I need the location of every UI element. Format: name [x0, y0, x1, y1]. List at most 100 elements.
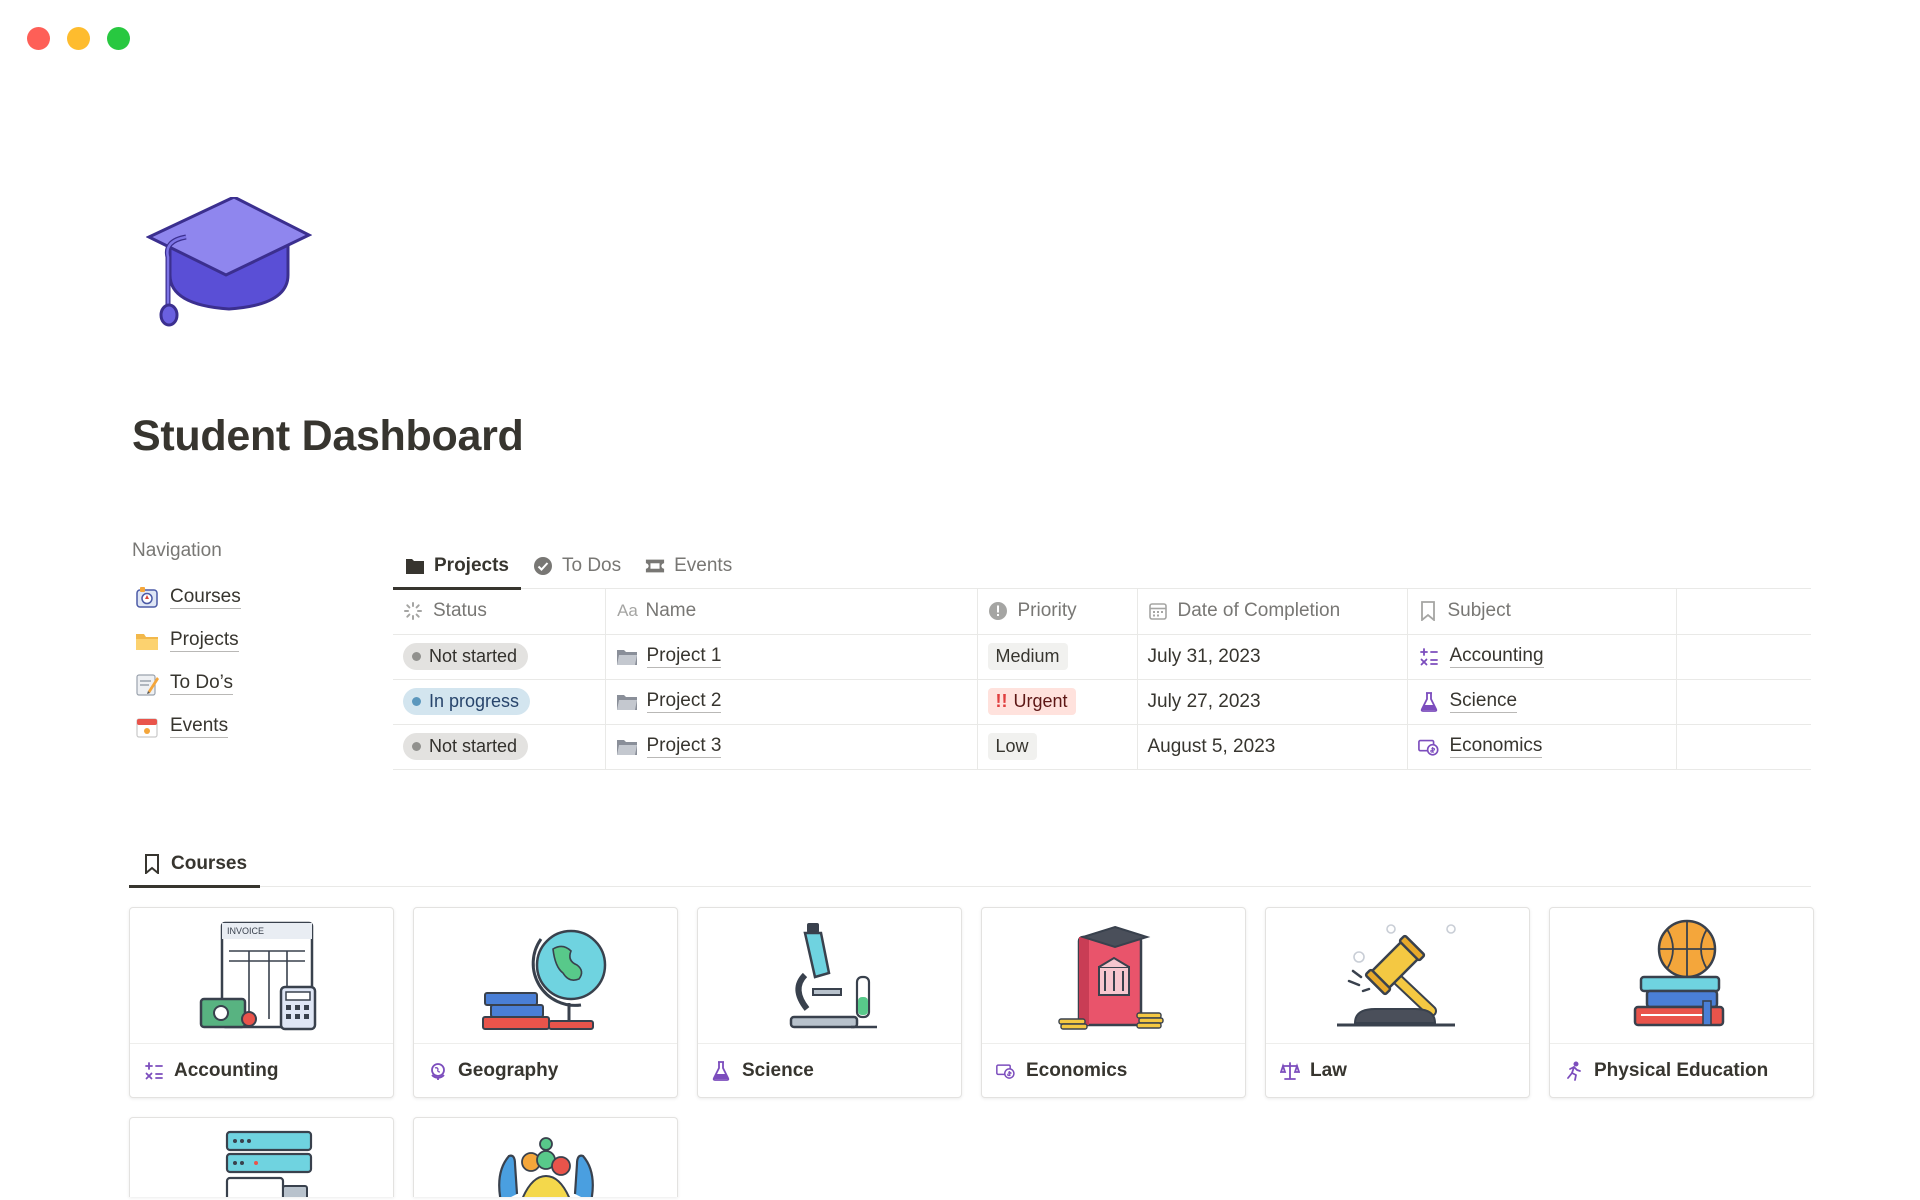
- name-cell[interactable]: Project 2: [605, 679, 978, 725]
- project-name[interactable]: Project 2: [646, 690, 722, 713]
- card-cover: [698, 908, 961, 1044]
- graduation-cap-icon[interactable]: [145, 195, 313, 329]
- priority-cell[interactable]: Medium: [977, 634, 1138, 680]
- priority-cell[interactable]: !! Urgent: [977, 679, 1138, 725]
- course-card-accounting[interactable]: INVOICE Accounting: [129, 907, 394, 1098]
- project-name[interactable]: Project 3: [646, 735, 722, 758]
- zoom-window-button[interactable]: [107, 27, 130, 50]
- nav-item-label: Courses: [170, 586, 241, 609]
- course-card-geography[interactable]: Geography: [413, 907, 678, 1098]
- tab-label: Courses: [171, 853, 248, 874]
- folder-icon: [405, 556, 425, 576]
- date-cell[interactable]: July 31, 2023: [1137, 634, 1408, 680]
- status-cell[interactable]: Not started: [393, 724, 606, 770]
- courses-gallery: INVOICE Accounting Geography Science Eco…: [129, 907, 1814, 1197]
- table-header-row: Status Aa Name Priority Date of Completi…: [393, 589, 1811, 635]
- card-cover: [1550, 908, 1813, 1044]
- course-card-law[interactable]: Law: [1265, 907, 1530, 1098]
- card-cover: [1266, 908, 1529, 1044]
- nav-item-label: To Do’s: [170, 672, 234, 695]
- column-header-status[interactable]: Status: [393, 589, 606, 635]
- column-header-priority[interactable]: Priority: [977, 589, 1138, 635]
- flask-icon: [712, 1061, 732, 1081]
- card-caption: Accounting: [130, 1044, 393, 1097]
- name-cell[interactable]: Project 1: [605, 634, 978, 680]
- subject-cell[interactable]: Science: [1407, 679, 1677, 725]
- card-cover: [130, 1118, 393, 1197]
- folder-icon: [136, 633, 158, 650]
- card-title: Accounting: [174, 1060, 279, 1081]
- nav-item-label: Projects: [170, 629, 239, 652]
- gavel-illustration: [1336, 924, 1456, 1027]
- status-cell[interactable]: In progress: [393, 679, 606, 725]
- globe-books-illustration: [481, 929, 606, 1030]
- tab-todos[interactable]: To Dos: [521, 543, 633, 589]
- card-cover: INVOICE: [130, 908, 393, 1044]
- column-label: Date of Completion: [1177, 600, 1341, 622]
- nav-item-label: Events: [170, 715, 229, 738]
- column-label: Status: [433, 600, 487, 622]
- course-card-partial-1[interactable]: [129, 1117, 394, 1197]
- running-icon: [1564, 1061, 1584, 1081]
- nav-item-events[interactable]: Events: [132, 705, 372, 748]
- column-header-subject[interactable]: Subject: [1407, 589, 1677, 635]
- subject-link[interactable]: Economics: [1449, 735, 1543, 758]
- minimize-window-button[interactable]: [67, 27, 90, 50]
- calendar-icon: [136, 717, 158, 738]
- status-badge: In progress: [403, 688, 531, 715]
- calculator-symbols-icon: [1418, 646, 1440, 668]
- date-cell[interactable]: August 5, 2023: [1137, 724, 1408, 770]
- tab-projects[interactable]: Projects: [393, 543, 521, 590]
- course-card-partial-2[interactable]: [413, 1117, 678, 1197]
- compass-icon: [136, 586, 158, 608]
- card-cover: [414, 908, 677, 1044]
- nav-item-todos[interactable]: To Do’s: [132, 662, 372, 705]
- empty-cell: [1676, 634, 1811, 680]
- card-cover: [982, 908, 1245, 1044]
- priority-icon: [988, 601, 1008, 621]
- nav-item-courses[interactable]: Courses: [132, 576, 372, 619]
- svg-text:INVOICE: INVOICE: [227, 926, 264, 936]
- status-badge: Not started: [403, 733, 529, 760]
- table-row[interactable]: Not started Project 1 Medium July 31, 20…: [393, 634, 1811, 680]
- tab-courses[interactable]: Courses: [129, 841, 261, 888]
- page-title: Student Dashboard: [132, 412, 524, 460]
- status-cell[interactable]: Not started: [393, 634, 606, 680]
- course-card-physical-education[interactable]: Physical Education: [1549, 907, 1814, 1098]
- text-icon: Aa: [617, 601, 638, 621]
- courses-view-tabs: Courses: [129, 841, 1811, 888]
- course-card-science[interactable]: Science: [697, 907, 962, 1098]
- nav-item-projects[interactable]: Projects: [132, 619, 372, 662]
- status-badge: Not started: [403, 643, 529, 670]
- money-icon: [1417, 736, 1440, 758]
- priority-badge: Medium: [987, 643, 1068, 670]
- column-header-empty: [1676, 589, 1811, 635]
- subject-cell[interactable]: Accounting: [1407, 634, 1677, 680]
- folder-icon: [616, 694, 637, 710]
- card-caption: Science: [698, 1044, 961, 1097]
- subject-link[interactable]: Science: [1449, 690, 1518, 713]
- basketball-books-illustration: [1633, 919, 1724, 1027]
- priority-cell[interactable]: Low: [977, 724, 1138, 770]
- column-header-date[interactable]: Date of Completion: [1137, 589, 1408, 635]
- course-card-economics[interactable]: Economics: [981, 907, 1246, 1098]
- subject-link[interactable]: Accounting: [1449, 645, 1544, 668]
- navigation-heading: Navigation: [132, 540, 222, 561]
- column-label: Subject: [1447, 600, 1511, 622]
- projects-database: Projects To Dos Events Status Aa Name Pr…: [393, 543, 1811, 770]
- table-row[interactable]: In progress Project 2 !! Urgent July 27, …: [393, 679, 1811, 725]
- folder-icon: [616, 649, 637, 665]
- tab-events[interactable]: Events: [633, 543, 744, 589]
- card-caption: Economics: [982, 1044, 1245, 1097]
- name-cell[interactable]: Project 3: [605, 724, 978, 770]
- urgent-icon: !!: [995, 691, 1008, 711]
- date-cell[interactable]: July 27, 2023: [1137, 679, 1408, 725]
- table-row[interactable]: Not started Project 3 Low August 5, 2023…: [393, 724, 1811, 770]
- scales-icon: [1280, 1061, 1300, 1081]
- project-name[interactable]: Project 1: [646, 645, 722, 668]
- column-header-name[interactable]: Aa Name: [605, 589, 978, 635]
- window-controls: [27, 27, 130, 50]
- subject-cell[interactable]: Economics: [1407, 724, 1677, 770]
- status-icon: [403, 601, 423, 621]
- close-window-button[interactable]: [27, 27, 50, 50]
